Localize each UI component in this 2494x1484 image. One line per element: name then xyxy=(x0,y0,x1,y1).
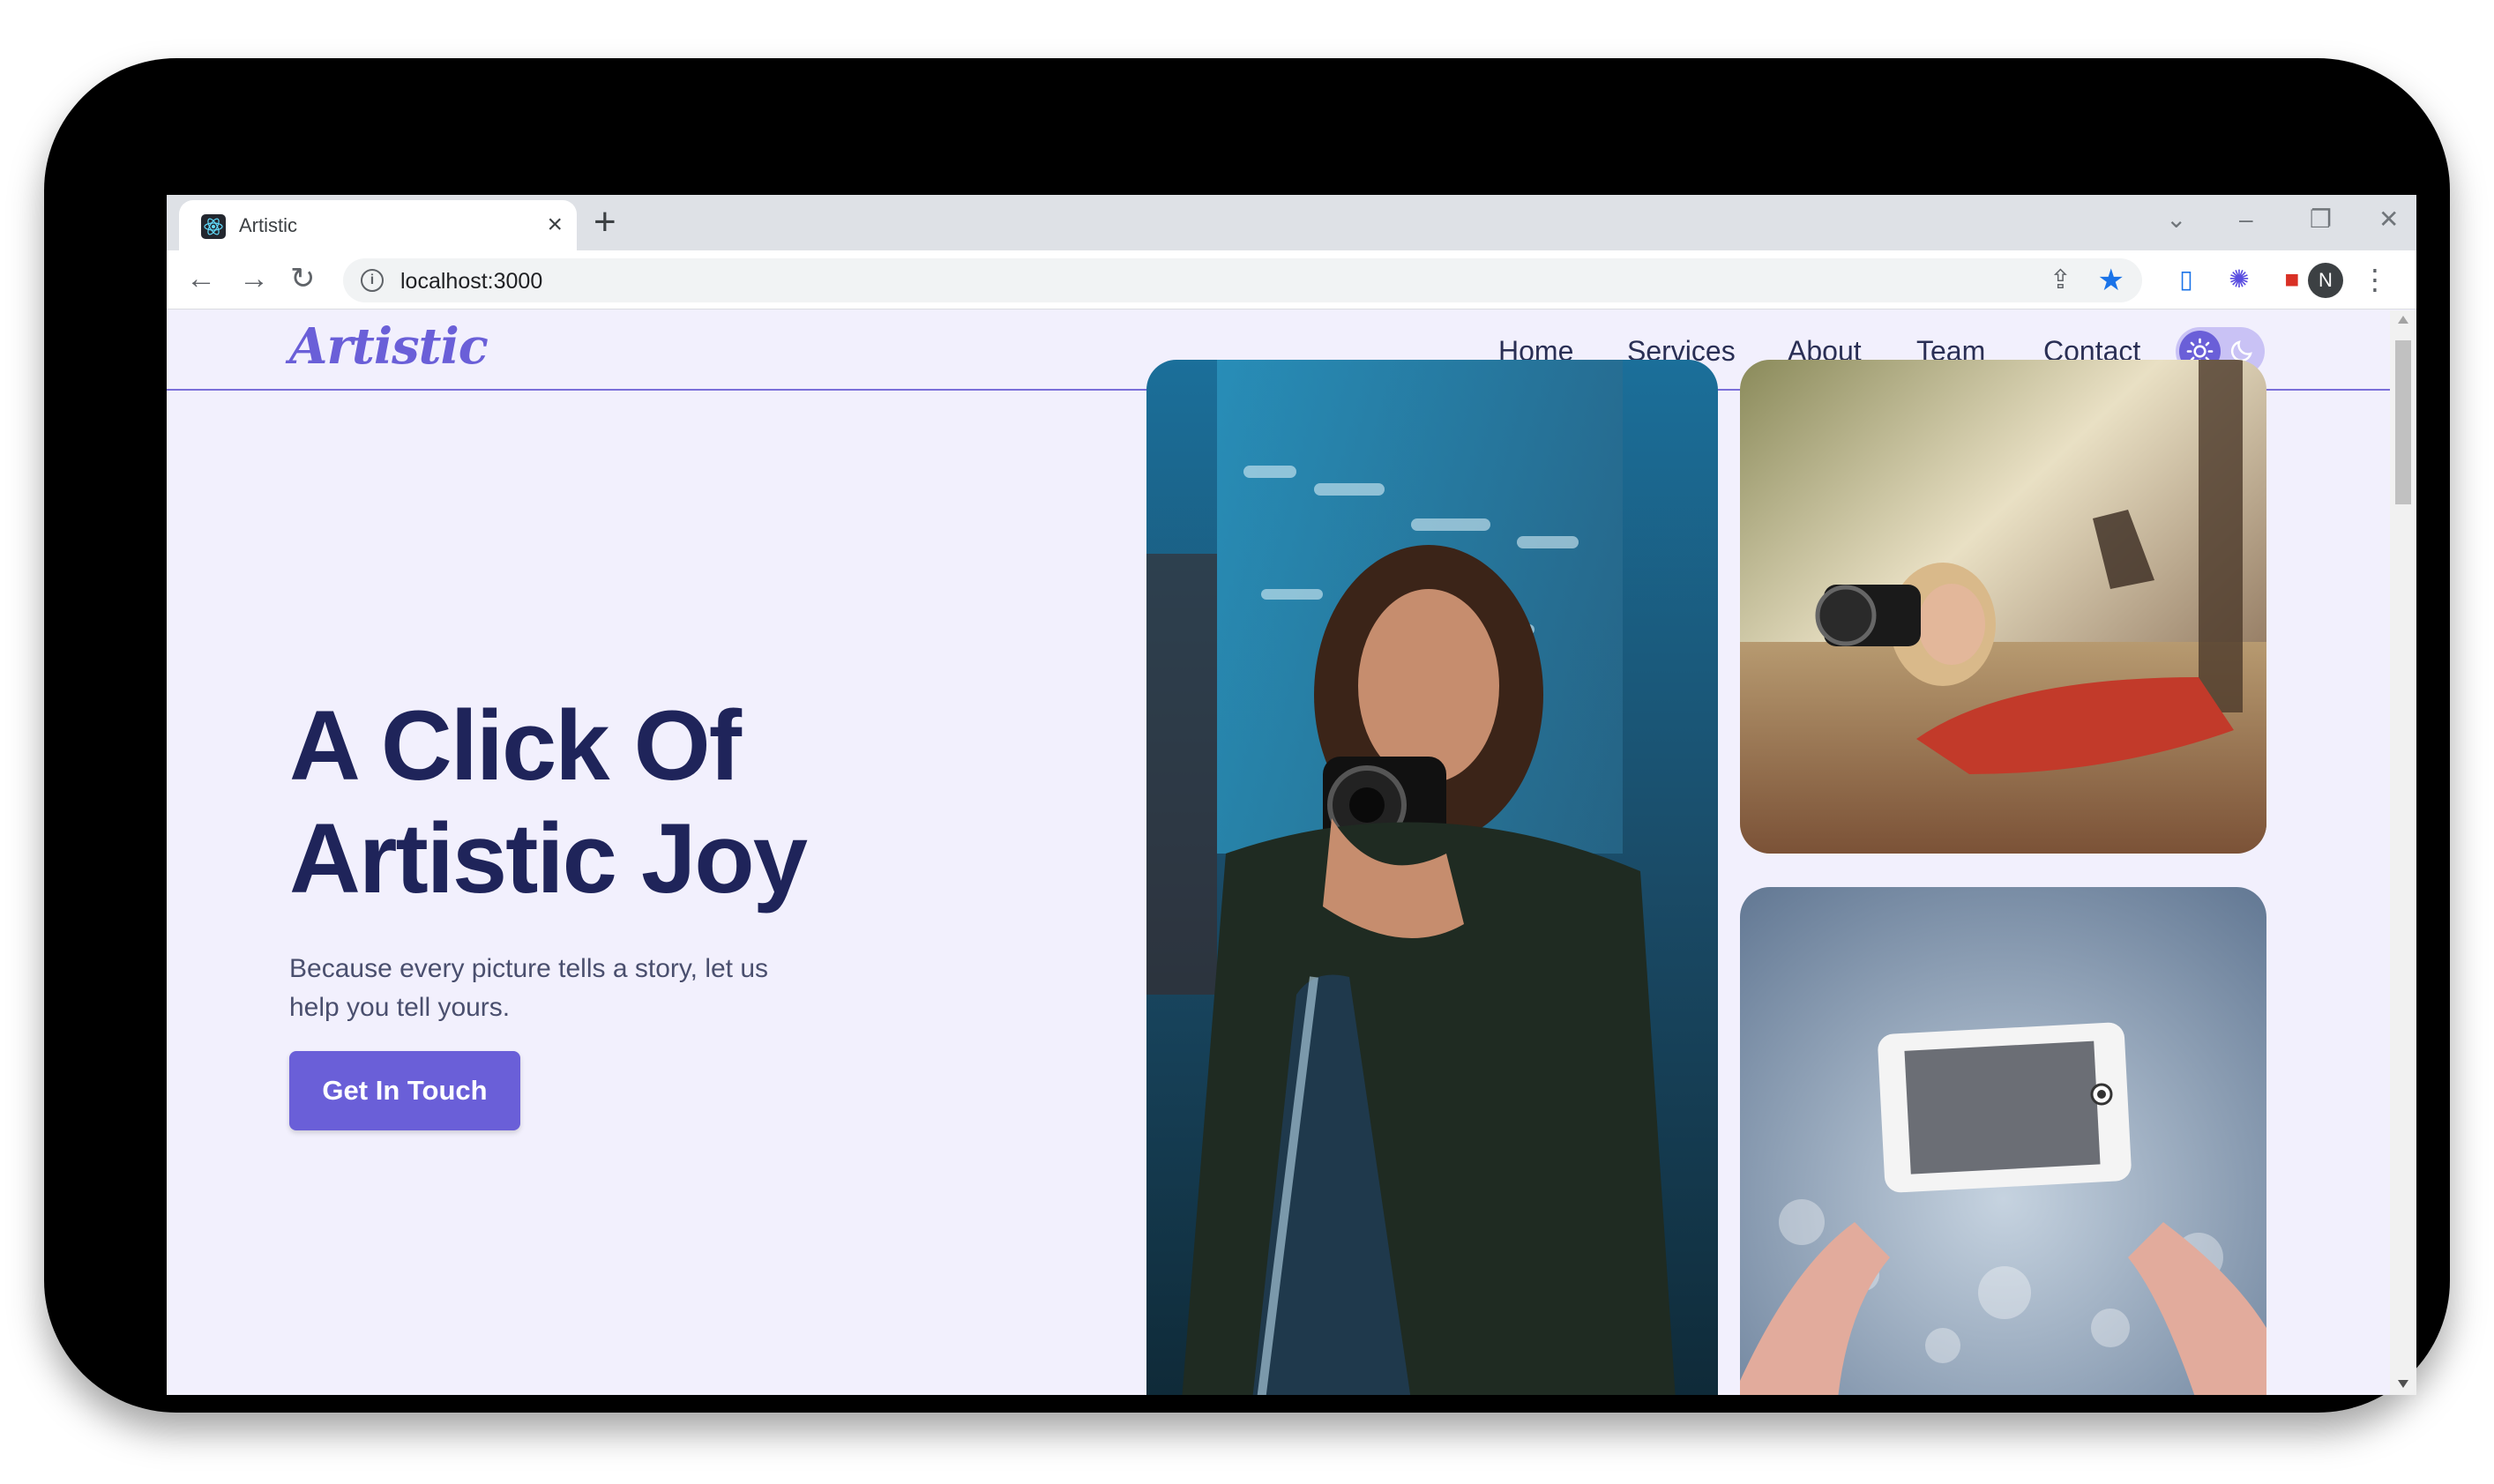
hero-title: A Click Of Artistic Joy xyxy=(289,690,960,915)
scroll-down-arrow-icon[interactable] xyxy=(2398,1380,2408,1388)
photo-hands-smartphone xyxy=(1740,887,2266,1395)
tab-strip: Artistic × + ⌄ – ❐ ✕ xyxy=(167,195,2416,250)
device-frame: Artistic × + ⌄ – ❐ ✕ ← → ↻ i localhost:3… xyxy=(44,58,2450,1413)
address-bar[interactable]: i localhost:3000 ⇪ ★ xyxy=(343,258,2142,302)
browser-tab[interactable]: Artistic × xyxy=(179,200,577,250)
close-window-button[interactable]: ✕ xyxy=(2378,204,2399,235)
minimize-button[interactable]: – xyxy=(2239,204,2253,235)
url-text[interactable]: localhost:3000 xyxy=(400,269,542,295)
hero-title-line1: A Click Of xyxy=(289,690,742,801)
extension-red-icon[interactable]: ■ xyxy=(2274,262,2310,297)
site-info-icon[interactable]: i xyxy=(361,269,384,292)
hero-subtitle: Because every picture tells a story, let… xyxy=(289,954,769,1022)
page-viewport: Artistic Home Services About Team Contac… xyxy=(167,310,2416,1395)
extension-gear-icon[interactable]: ✺ xyxy=(2221,262,2257,297)
share-icon[interactable]: ⇪ xyxy=(2050,265,2072,295)
bookmark-star-icon[interactable]: ★ xyxy=(2098,263,2124,298)
back-button[interactable]: ← xyxy=(186,261,216,296)
get-in-touch-button[interactable]: Get In Touch xyxy=(289,1051,520,1130)
page-scrollbar[interactable] xyxy=(2390,310,2416,1395)
browser-window: Artistic × + ⌄ – ❐ ✕ ← → ↻ i localhost:3… xyxy=(167,195,2416,1395)
browser-menu-icon[interactable]: ⋮ xyxy=(2361,259,2389,300)
new-tab-button[interactable]: + xyxy=(594,200,616,244)
profile-avatar[interactable]: N xyxy=(2308,263,2343,298)
site-logo[interactable]: Artistic xyxy=(289,317,489,376)
tab-close-icon[interactable]: × xyxy=(547,209,563,241)
hero-title-line2: Artistic Joy xyxy=(289,803,808,914)
photo-woman-camera-city xyxy=(1146,360,1718,1395)
browser-toolbar: ← → ↻ i localhost:3000 ⇪ ★ ▯ ✺ ■ ✦ N ⋮ xyxy=(167,250,2416,309)
scrollbar-thumb[interactable] xyxy=(2395,340,2411,504)
extension-clipboard-icon[interactable]: ▯ xyxy=(2169,262,2204,297)
scroll-up-arrow-icon[interactable] xyxy=(2398,316,2408,324)
photo-woman-lying-leaves xyxy=(1740,360,2266,854)
tab-search-icon[interactable]: ⌄ xyxy=(2166,204,2186,235)
react-favicon-icon xyxy=(201,214,226,239)
reload-button[interactable]: ↻ xyxy=(290,261,316,296)
forward-button[interactable]: → xyxy=(239,261,269,296)
tab-title: Artistic xyxy=(239,214,297,236)
restore-button[interactable]: ❐ xyxy=(2310,204,2332,235)
